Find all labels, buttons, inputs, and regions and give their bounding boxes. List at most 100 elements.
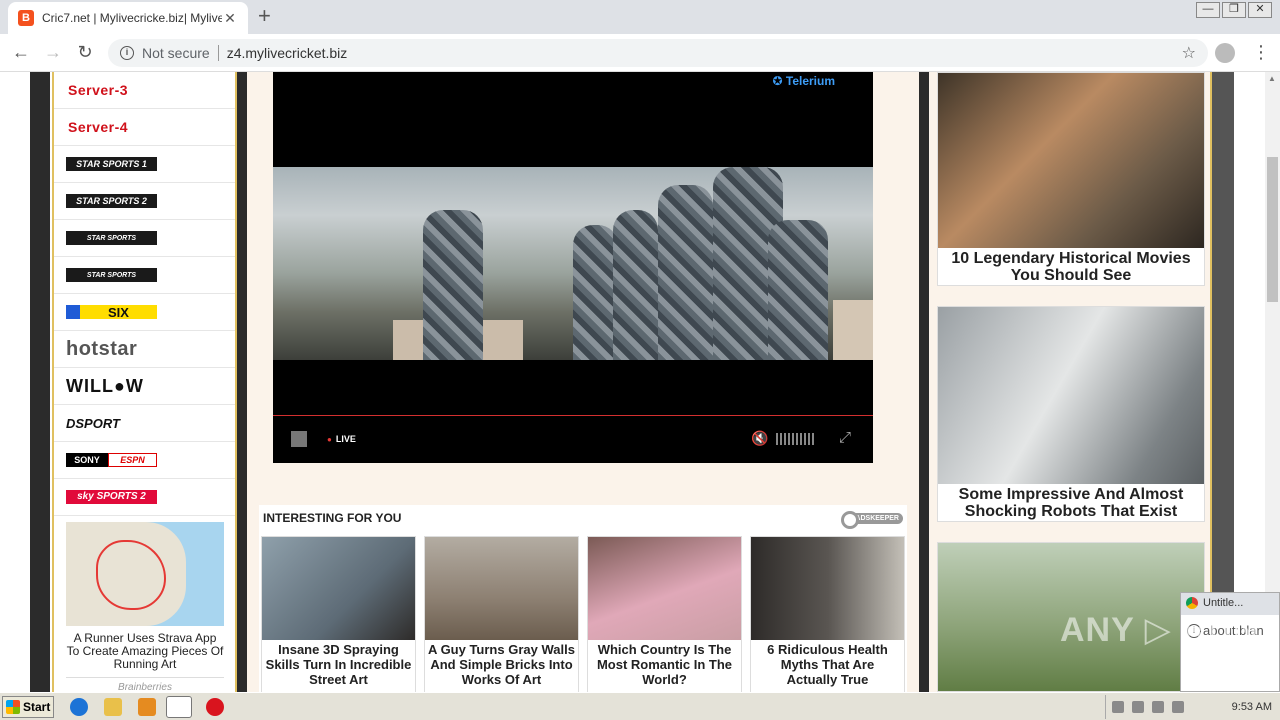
- channel-sidebar: Server-3 Server-4 STAR SPORTS 1 STAR SPO…: [52, 72, 237, 692]
- sony-espn-logo: SONY ESPN: [66, 453, 157, 467]
- media-player-icon[interactable]: [138, 698, 156, 716]
- channel-sky-sports-2[interactable]: sky SPORTS 2: [54, 479, 235, 516]
- windows-taskbar: Start 9:53 AM: [0, 692, 1280, 720]
- minimize-button[interactable]: —: [1196, 2, 1220, 18]
- adskeeper-badge[interactable]: ADSKEEPER: [841, 510, 903, 529]
- reload-icon[interactable]: ↻: [74, 42, 96, 63]
- channel-star-sports-1[interactable]: STAR SPORTS 1: [54, 146, 235, 183]
- recommended-cards: Insane 3D Spraying Skills Turn In Incred…: [261, 536, 905, 692]
- ad-image: [938, 307, 1204, 484]
- video-figure: [613, 210, 658, 360]
- video-player[interactable]: ✪ Telerium LIVE 🔇 ⤢: [273, 72, 873, 463]
- star-sports-select-2-logo: STAR SPORTS: [66, 268, 157, 282]
- card-title[interactable]: Insane 3D Spraying Skills Turn In Incred…: [262, 640, 415, 687]
- page-right-border: [919, 72, 929, 692]
- volume-slider[interactable]: [776, 433, 816, 445]
- tab-close-icon[interactable]: ✕: [222, 10, 238, 27]
- recommended-card[interactable]: A Guy Turns Gray Walls And Simple Bricks…: [424, 536, 579, 692]
- back-arrow-icon[interactable]: ←: [10, 42, 32, 63]
- background-building: [833, 300, 873, 360]
- card-title[interactable]: 6 Ridiculous Health Myths That Are Actua…: [751, 640, 904, 687]
- video-figure: [658, 185, 713, 360]
- ten-six-logo: SIX: [66, 305, 157, 320]
- network-tray-icon[interactable]: [1152, 701, 1164, 713]
- right-ads-column: 10 Legendary Historical Movies You Shoul…: [929, 72, 1212, 692]
- opera-icon[interactable]: [206, 698, 224, 716]
- channel-dsport[interactable]: DSPORT: [54, 405, 235, 442]
- url-text[interactable]: z4.mylivecricket.biz: [227, 45, 348, 61]
- scrollbar-thumb[interactable]: [1267, 157, 1278, 302]
- video-figure: [423, 210, 483, 360]
- scroll-up-icon[interactable]: ▲: [1268, 74, 1276, 83]
- recommended-card[interactable]: Insane 3D Spraying Skills Turn In Incred…: [261, 536, 416, 692]
- info-icon[interactable]: i: [120, 46, 134, 60]
- omnibox-divider: [217, 45, 219, 61]
- card-thumbnail: [425, 537, 578, 640]
- menu-dots-icon[interactable]: ⋮: [1252, 42, 1270, 63]
- recommended-card[interactable]: Which Country Is The Most Romantic In Th…: [587, 536, 742, 692]
- recommended-widget: INTERESTING FOR YOU ADSKEEPER Insane 3D …: [259, 505, 907, 692]
- card-title[interactable]: Which Country Is The Most Romantic In Th…: [588, 640, 741, 687]
- web-page: Server-3 Server-4 STAR SPORTS 1 STAR SPO…: [0, 72, 1265, 692]
- channel-ten-six[interactable]: SIX: [54, 294, 235, 331]
- tab-title: Cric7.net | Mylivecricke.biz| Mylivecr: [42, 11, 222, 25]
- server-4-link[interactable]: Server-4: [54, 109, 235, 146]
- ad-title[interactable]: Some Impressive And Almost Shocking Robo…: [938, 484, 1204, 521]
- channel-star-select-1[interactable]: STAR SPORTS: [54, 220, 235, 257]
- start-button[interactable]: Start: [2, 696, 54, 718]
- hotstar-logo: hotstar: [66, 337, 138, 360]
- recommended-header: INTERESTING FOR YOU ADSKEEPER: [259, 505, 907, 531]
- star-sports-1-logo: STAR SPORTS 1: [66, 157, 157, 171]
- system-tray: 9:53 AM: [1105, 695, 1278, 719]
- card-title[interactable]: A Guy Turns Gray Walls And Simple Bricks…: [425, 640, 578, 687]
- bookmark-star-icon[interactable]: ☆: [1182, 43, 1196, 63]
- security-label: Not secure: [142, 45, 210, 61]
- star-sports-2-logo: STAR SPORTS 2: [66, 194, 157, 208]
- card-thumbnail: [751, 537, 904, 640]
- card-thumbnail: [262, 537, 415, 640]
- ad-image: [938, 73, 1204, 248]
- close-window-button[interactable]: ✕: [1248, 2, 1272, 18]
- fullscreen-icon[interactable]: ⤢: [839, 429, 851, 446]
- forward-arrow-icon[interactable]: →: [42, 42, 64, 63]
- telerium-logo: ✪ Telerium: [772, 74, 835, 88]
- restore-button[interactable]: ❐: [1222, 2, 1246, 18]
- chrome-taskbar-button[interactable]: [166, 696, 192, 718]
- server-3-link[interactable]: Server-3: [54, 72, 235, 109]
- page-mid-border: [237, 72, 247, 692]
- mute-icon[interactable]: 🔇: [751, 430, 768, 447]
- new-tab-button[interactable]: +: [258, 5, 271, 27]
- sidebar-ad[interactable]: A Runner Uses Strava App To Create Amazi…: [54, 516, 235, 692]
- flag-tray-icon[interactable]: [1172, 701, 1184, 713]
- right-ad-card[interactable]: 10 Legendary Historical Movies You Shoul…: [937, 72, 1205, 286]
- address-bar[interactable]: i Not secure z4.mylivecricket.biz ☆: [108, 39, 1208, 67]
- main-content: ✪ Telerium LIVE 🔇 ⤢ INTERESTING FOR YOU: [247, 72, 919, 692]
- browser-toolbar: ← → ↻ i Not secure z4.mylivecricket.biz …: [0, 34, 1280, 72]
- espn-text: ESPN: [108, 453, 157, 467]
- sky-sports-2-logo: sky SPORTS 2: [66, 490, 157, 504]
- tray-arrow-icon[interactable]: [1112, 701, 1124, 713]
- stop-button[interactable]: [291, 431, 307, 447]
- sidebar-ad-source: Brainberries: [118, 682, 172, 692]
- channel-hotstar[interactable]: hotstar: [54, 331, 235, 368]
- channel-sony-espn[interactable]: SONY ESPN: [54, 442, 235, 479]
- video-frame[interactable]: [273, 167, 873, 360]
- windows-logo-icon: [6, 700, 20, 714]
- ie-icon[interactable]: [70, 698, 88, 716]
- channel-star-select-2[interactable]: STAR SPORTS: [54, 257, 235, 294]
- right-ad-card[interactable]: Some Impressive And Almost Shocking Robo…: [937, 306, 1205, 522]
- profile-avatar-icon[interactable]: [1215, 43, 1235, 63]
- card-thumbnail: [588, 537, 741, 640]
- channel-star-sports-2[interactable]: STAR SPORTS 2: [54, 183, 235, 220]
- seek-bar[interactable]: [273, 415, 873, 416]
- dsport-logo: DSPORT: [66, 415, 120, 431]
- sidebar-ad-caption[interactable]: A Runner Uses Strava App To Create Amazi…: [66, 626, 224, 678]
- browser-tab[interactable]: B Cric7.net | Mylivecricke.biz| Mylivecr…: [8, 2, 248, 34]
- explorer-folder-icon[interactable]: [104, 698, 122, 716]
- volume-tray-icon[interactable]: [1132, 701, 1144, 713]
- recommended-card[interactable]: 6 Ridiculous Health Myths That Are Actua…: [750, 536, 905, 692]
- channel-willow[interactable]: WILL●W: [54, 368, 235, 405]
- video-figure: [768, 220, 828, 360]
- clock[interactable]: 9:53 AM: [1232, 701, 1272, 713]
- ad-title[interactable]: 10 Legendary Historical Movies You Shoul…: [938, 248, 1204, 285]
